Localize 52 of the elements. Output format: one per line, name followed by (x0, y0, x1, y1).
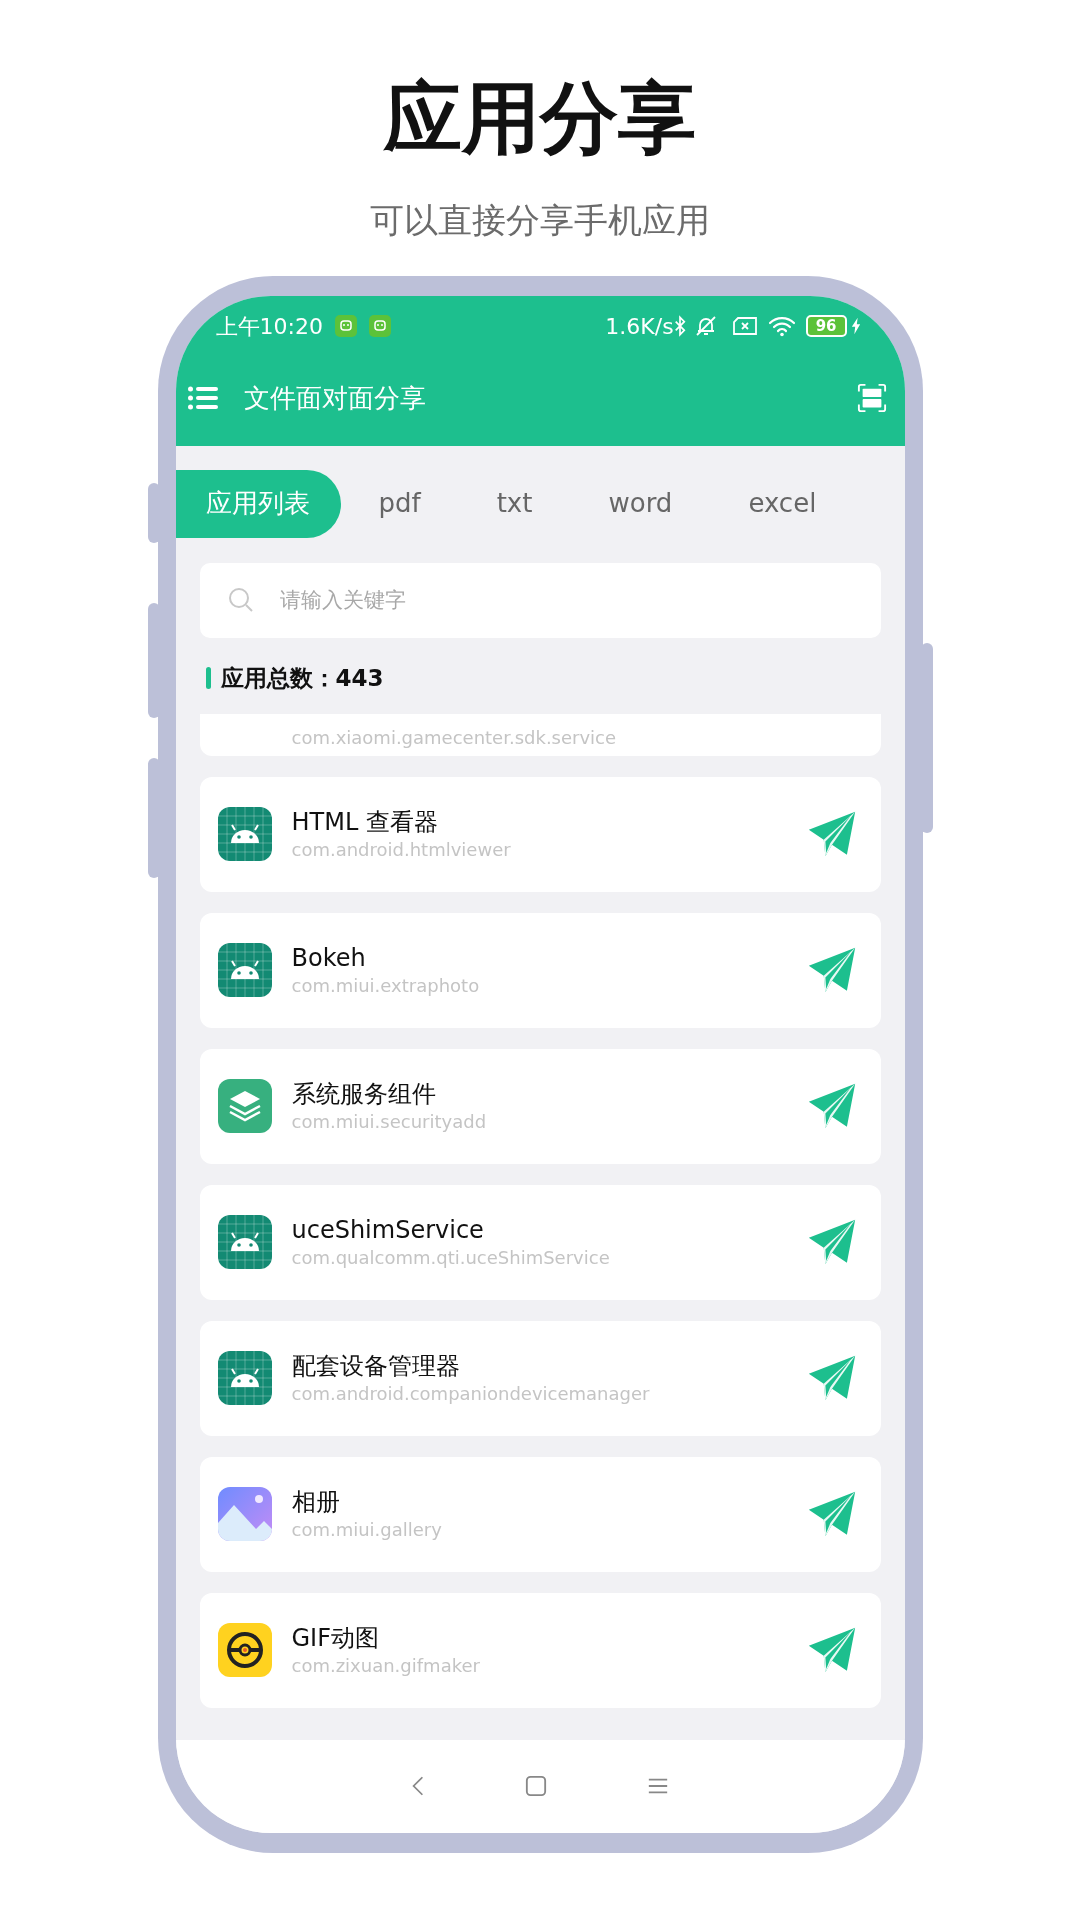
app-package: com.miui.securityadd (291, 1110, 488, 1134)
gallery-icon (217, 1487, 272, 1542)
app-package: com.miui.gallery (291, 1518, 443, 1542)
accent-bar (205, 666, 211, 689)
android-robot-icon (217, 807, 272, 862)
search-icon (227, 586, 254, 613)
app-list-item[interactable]: 系统服务组件 com.miui.securityadd (199, 1048, 881, 1164)
app-package: com.xiaomi.gamecenter.sdk.service (291, 726, 618, 750)
app-name: uceShimService (291, 1215, 485, 1246)
search-field[interactable]: 请输入关键字 (199, 562, 881, 638)
app-list-item[interactable]: HTML 查看器 com.android.htmlviewer (199, 776, 881, 892)
app-package: com.miui.extraphoto (291, 974, 481, 998)
app-list-item[interactable]: uceShimService com.qualcomm.qti.uceShimService (199, 1184, 881, 1300)
app-title: 文件面对面分享 (243, 381, 427, 415)
layers-icon (217, 1079, 272, 1134)
app-name: 配套设备管理器 (291, 1351, 461, 1382)
android-robot-icon (217, 1215, 272, 1270)
android-robot-icon (217, 943, 272, 998)
app-list-item[interactable]: 配套设备管理器 com.android.companiondevicemanager (199, 1320, 881, 1436)
network-speed: 1.6K/s (605, 312, 674, 341)
app-name: Bokeh (291, 943, 367, 974)
status-time: 上午10:20 (215, 312, 323, 341)
notification-app-icon (368, 315, 391, 338)
app-package: com.android.htmlviewer (291, 838, 512, 862)
page-subtitle: 可以直接分享手机应用 (369, 198, 711, 242)
gif-maker-icon (217, 1623, 272, 1678)
app-package: com.qualcomm.qti.uceShimService (291, 1246, 611, 1270)
app-list-item[interactable]: 相册 com.miui.gallery (199, 1456, 881, 1572)
app-list-item[interactable]: Bokeh com.miui.extraphoto (199, 912, 881, 1028)
app-count: 应用总数：443 (220, 663, 384, 693)
android-robot-icon (217, 1351, 272, 1406)
tab[interactable]: word (570, 469, 711, 538)
app-name: GIF动图 (291, 1623, 380, 1654)
app-name: HTML 查看器 (291, 807, 439, 838)
bluetooth-icon (673, 315, 686, 338)
wifi-icon (767, 315, 796, 338)
page-title: 应用分享 (382, 72, 697, 165)
battery-indicator: 96 (805, 315, 847, 338)
notification-app-icon (334, 315, 357, 338)
app-list-item[interactable]: GIF动图 com.zixuan.gifmaker (199, 1592, 881, 1708)
tab[interactable]: excel (710, 469, 855, 538)
charging-bolt-icon (850, 317, 861, 336)
home-icon[interactable] (525, 1775, 547, 1798)
app-name: 相册 (291, 1487, 341, 1518)
app-package: com.android.companiondevicemanager (291, 1382, 651, 1406)
app-name: 系统服务组件 (291, 1079, 437, 1110)
menu-icon[interactable] (187, 386, 218, 411)
scan-icon[interactable] (856, 383, 887, 414)
tab[interactable]: txt (458, 469, 571, 538)
tab[interactable]: pdf (340, 469, 459, 538)
app-package: com.zixuan.gifmaker (291, 1654, 481, 1678)
sim-card-icon (731, 316, 758, 337)
